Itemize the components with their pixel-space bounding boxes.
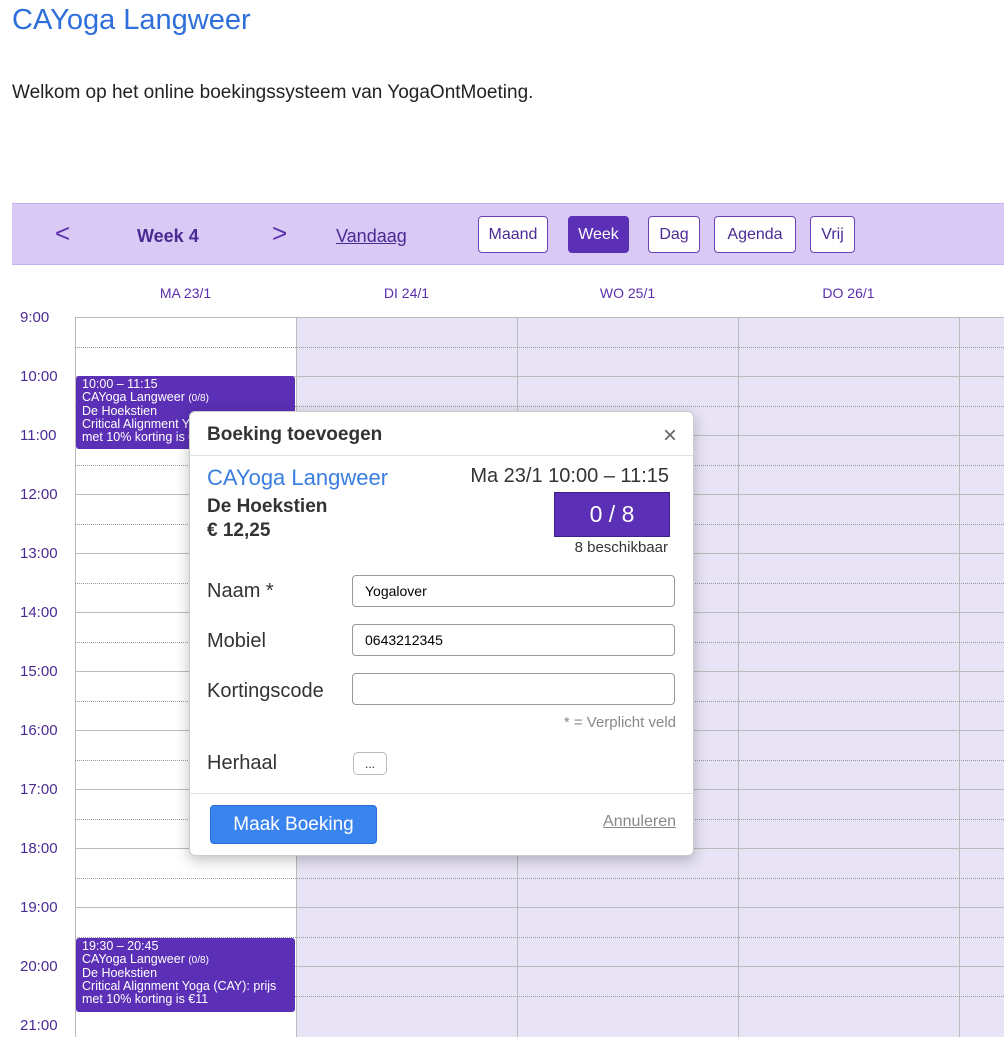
view-month-button[interactable]: Maand [478,216,548,253]
dialog-divider [190,793,693,794]
view-free-button[interactable]: Vrij [810,216,855,253]
day-header: DO 26/1 [822,285,875,301]
day-header: MA 23/1 [159,285,212,301]
name-label: Naam * [207,580,274,602]
cancel-link[interactable]: Annuleren [603,813,676,831]
event-title: CAYoga Langweer (0/8) [82,390,209,405]
event-capacity: (0/8) [188,955,209,966]
day-column[interactable] [738,317,959,1037]
time-label: 14:00 [20,604,58,621]
discount-code-input[interactable] [352,673,675,705]
time-label: 17:00 [20,781,58,798]
dialog-divider [190,455,693,456]
event-title: CAYoga Langweer (0/8) [82,952,209,967]
repeat-label: Herhaal [207,752,278,774]
close-icon[interactable]: × [663,422,677,450]
time-label: 18:00 [20,840,58,857]
calendar-toolbar: < Week 4 > Vandaag Maand Week Dag Agenda… [12,203,1004,265]
hour-line [75,317,1004,318]
welcome-text: Welkom op het online boekingssysteem van… [12,82,534,103]
calendar-event[interactable]: 19:30 – 20:45 CAYoga Langweer (0/8) De H… [76,938,295,1012]
time-label: 9:00 [20,309,50,326]
class-price: € 12,25 [207,520,271,541]
time-label: 21:00 [20,1017,58,1034]
day-header: WO 25/1 [599,285,656,301]
class-datetime: Ma 23/1 10:00 – 11:15 [470,465,669,487]
time-label: 13:00 [20,545,58,562]
time-label: 11:00 [20,427,57,444]
available-count: 8 beschikbaar [574,539,668,556]
day-header: DI 24/1 [383,285,430,301]
event-capacity: (0/8) [188,393,209,404]
time-label: 16:00 [20,722,58,739]
time-label: 20:00 [20,958,58,975]
next-week-icon[interactable]: > [272,220,287,246]
view-agenda-button[interactable]: Agenda [714,216,796,253]
time-label: 19:00 [20,899,58,916]
time-label: 15:00 [20,663,58,680]
today-link[interactable]: Vandaag [336,226,407,247]
booking-dialog: Boeking toevoegen × CAYoga Langweer Ma 2… [189,411,694,856]
capacity-badge: 0 / 8 [554,492,670,537]
view-week-button[interactable]: Week [568,216,629,253]
mobile-input[interactable] [352,624,675,656]
time-label: 12:00 [20,486,58,503]
dialog-title: Boeking toevoegen [207,424,383,445]
class-name: CAYoga Langweer [207,465,389,490]
hour-line [75,907,1004,908]
make-booking-button[interactable]: Maak Boeking [210,805,377,844]
previous-week-icon[interactable]: < [55,220,70,246]
event-description: Critical Alignment Yoga (CAY): prijs met… [82,979,277,1006]
view-day-button[interactable]: Dag [648,216,700,253]
required-field-note: * = Verplicht veld [563,714,676,731]
page-title: CAYoga Langweer [12,4,251,36]
mobile-label: Mobiel [207,630,266,652]
repeat-options-button[interactable]: ... [353,752,387,775]
time-label: 10:00 [20,368,58,385]
half-hour-line [75,877,1004,879]
day-column[interactable] [959,317,1004,1037]
discount-code-label: Kortingscode [207,680,324,702]
name-input[interactable] [352,575,675,607]
week-label: Week 4 [137,226,199,246]
class-location: De Hoekstien [207,496,328,517]
half-hour-line [75,346,1004,348]
